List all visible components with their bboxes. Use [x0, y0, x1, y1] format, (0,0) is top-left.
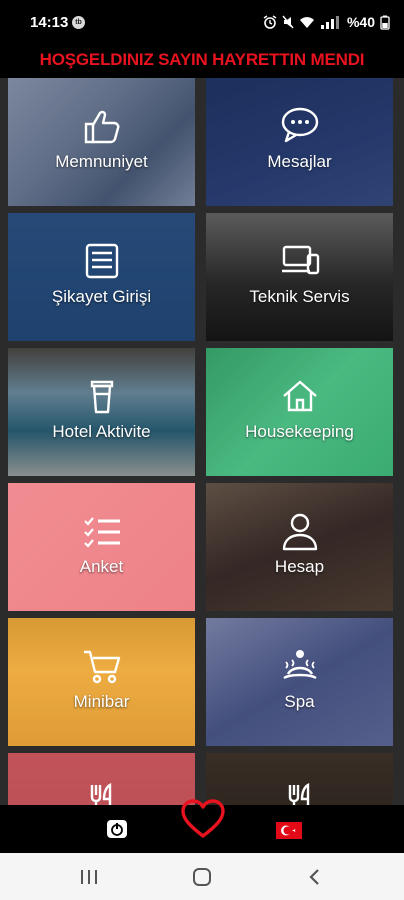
system-nav-bar — [0, 853, 404, 900]
status-bar: 14:13 tb %40 — [0, 0, 404, 44]
home-icon[interactable] — [191, 867, 213, 887]
tile-hotel-aktivite[interactable]: Hotel Aktivite — [8, 348, 195, 476]
chat-bubble-icon — [281, 107, 318, 143]
signal-icon — [320, 15, 339, 29]
battery-percent: %40 — [346, 14, 375, 30]
coffee-cup-icon — [90, 380, 113, 414]
tile-label: Hotel Aktivite — [52, 422, 151, 441]
tile-label: Housekeeping — [245, 422, 354, 441]
tile-spa[interactable]: Spa — [206, 618, 393, 746]
status-time: 14:13 — [30, 14, 69, 31]
complaint-list-icon — [85, 243, 118, 279]
tile-label: Anket — [79, 557, 124, 576]
tile-sikayet-girisi[interactable]: Şikayet Girişi — [8, 213, 195, 341]
notification-badge: tb — [72, 16, 85, 29]
mute-icon — [282, 15, 294, 29]
tile-mesajlar[interactable]: Mesajlar — [206, 78, 393, 206]
alarm-icon — [263, 15, 277, 29]
checklist-icon — [83, 517, 120, 548]
tile-anket[interactable]: Anket — [8, 483, 195, 611]
tile-housekeeping[interactable]: Housekeeping — [206, 348, 393, 476]
tile-label: Teknik Servis — [249, 287, 350, 306]
tile-memnuniyet[interactable]: Memnuniyet — [8, 78, 195, 206]
cart-icon — [83, 650, 120, 684]
tile-label: Mesajlar — [267, 152, 332, 171]
back-icon[interactable] — [304, 867, 326, 887]
thumbs-up-icon — [84, 110, 119, 144]
status-icons: %40 — [263, 14, 390, 30]
menu-grid: Memnuniyet Mesajlar Şikayet Girişi Tekni… — [0, 78, 404, 805]
devices-icon — [281, 245, 319, 275]
house-icon — [282, 380, 317, 412]
battery-icon — [380, 15, 390, 30]
recent-apps-icon[interactable] — [78, 867, 100, 887]
wifi-icon — [299, 16, 314, 28]
tile-minibar[interactable]: Minibar — [8, 618, 195, 746]
tile-teknik-servis[interactable]: Teknik Servis — [206, 213, 393, 341]
power-icon[interactable] — [106, 819, 128, 839]
turkey-flag-icon[interactable] — [276, 822, 302, 839]
tile-restaurant-right[interactable] — [206, 753, 393, 805]
welcome-title: HOŞGELDINIZ SAYIN HAYRETTIN MENDI — [39, 50, 365, 69]
tile-label: Memnuniyet — [55, 152, 148, 171]
tile-hesap[interactable]: Hesap — [206, 483, 393, 611]
spa-icon — [282, 650, 317, 680]
tile-label: Spa — [284, 692, 315, 711]
heart-icon[interactable] — [180, 798, 226, 840]
tile-label: Minibar — [73, 692, 130, 711]
tile-label: Şikayet Girişi — [51, 287, 152, 306]
tile-label: Hesap — [274, 557, 325, 576]
user-icon — [282, 513, 317, 551]
restaurant-icon — [288, 783, 309, 805]
tile-restaurant-left[interactable] — [8, 753, 195, 805]
restaurant-icon — [90, 783, 111, 805]
